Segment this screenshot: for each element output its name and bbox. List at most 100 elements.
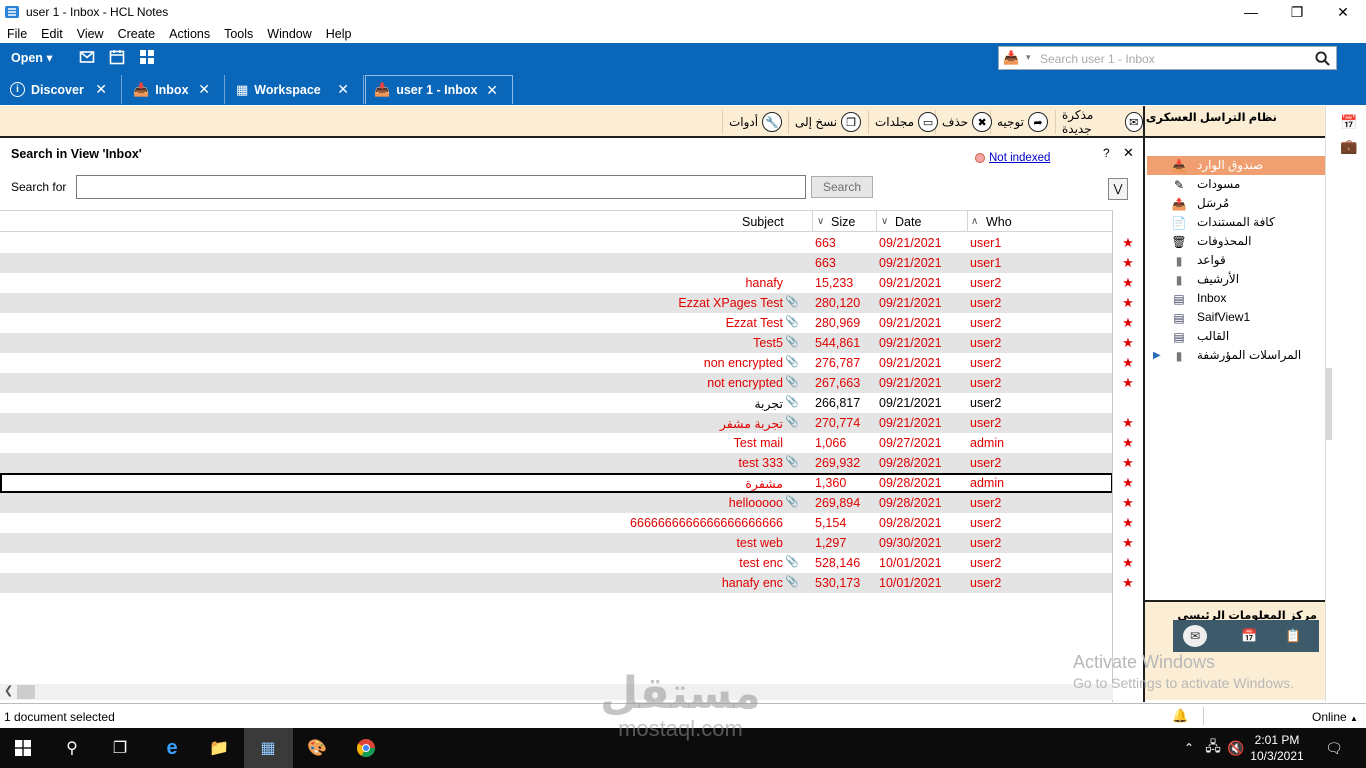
sort-chevron-icon[interactable]: ∨ xyxy=(817,216,824,227)
search-scope-icon[interactable]: 📥 xyxy=(1003,50,1019,66)
menu-tools[interactable]: Tools xyxy=(217,27,260,41)
column-divider[interactable] xyxy=(812,211,813,232)
notifications-icon[interactable]: 🗨 xyxy=(1322,736,1346,760)
nav-item-rules[interactable]: ▮ قواعد xyxy=(1147,251,1325,270)
menu-file[interactable]: File xyxy=(0,27,34,41)
calendar-icon[interactable] xyxy=(109,49,125,65)
nav-item-archived-correspondence[interactable]: ▶ ▮ المراسلات المؤرشفة xyxy=(1147,346,1325,365)
horizontal-scrollbar[interactable]: ❮ xyxy=(0,684,1113,700)
table-row[interactable]: Test5 📎 544,861 09/21/2021 user2 xyxy=(0,333,1113,353)
global-search-box[interactable]: 📥 ▾ Search user 1 - Inbox xyxy=(998,46,1337,70)
open-button[interactable]: Open ▾ xyxy=(11,50,53,65)
expand-arrow-icon[interactable]: ▶ xyxy=(1153,350,1161,361)
close-tab-icon[interactable]: ✕ xyxy=(198,81,210,98)
table-row[interactable]: 6666666666666666666666 5,154 09/28/2021 use… xyxy=(0,513,1113,533)
table-row[interactable]: hellooooo 📎 269,894 09/28/2021 user2 xyxy=(0,493,1113,513)
table-row[interactable]: Ezzat XPages Test 📎 280,120 09/21/2021 user2 xyxy=(0,293,1113,313)
column-subject[interactable]: Subject xyxy=(742,215,784,229)
table-row[interactable]: Test mail 1,066 09/27/2021 admin xyxy=(0,433,1113,453)
hcl-notes-taskbar-icon[interactable]: ▦ xyxy=(256,736,280,760)
nav-item-archive[interactable]: ▮ الأرشيف xyxy=(1147,270,1325,289)
search-for-input[interactable] xyxy=(76,175,806,199)
unread-star-icon[interactable]: ★ xyxy=(1113,433,1143,453)
table-row[interactable]: test 333 📎 269,932 09/28/2021 user2 xyxy=(0,453,1113,473)
calendar-icon[interactable]: 📅 xyxy=(1241,628,1257,644)
unread-star-icon[interactable]: ★ xyxy=(1113,553,1143,573)
column-divider[interactable] xyxy=(967,211,968,232)
tray-chevron-icon[interactable]: ⌃ xyxy=(1177,736,1201,760)
unread-star-icon[interactable]: ★ xyxy=(1113,273,1143,293)
nav-item-sent[interactable]: 📤 مُرسَل xyxy=(1147,194,1325,213)
copy-to-action[interactable]: نسخ إلى ❐ xyxy=(788,110,862,134)
tools-action[interactable]: أدوات 🔧 xyxy=(722,110,783,134)
online-status[interactable]: Online ▲ xyxy=(1312,710,1358,724)
help-icon[interactable]: ? xyxy=(1103,146,1110,160)
folders-action[interactable]: مجلدات ▭ xyxy=(868,110,939,134)
delete-action[interactable]: حذف ✖ xyxy=(935,110,993,134)
windows-start-icon[interactable] xyxy=(15,740,31,756)
nav-item-inbox-ar[interactable]: 📥 صندوق الوارد xyxy=(1147,156,1325,175)
nav-item-saifview1[interactable]: ▤ SaifView1 xyxy=(1147,308,1325,327)
volume-muted-icon[interactable]: 🔇 xyxy=(1224,736,1248,760)
menu-edit[interactable]: Edit xyxy=(34,27,70,41)
unread-star-icon[interactable]: ★ xyxy=(1113,233,1143,253)
apps-grid-icon[interactable] xyxy=(139,49,155,65)
search-icon[interactable]: ⚲ xyxy=(60,736,84,760)
menu-view[interactable]: View xyxy=(70,27,111,41)
nav-item-template[interactable]: ▤ القالب xyxy=(1147,327,1325,346)
tab-workspace[interactable]: ▦ Workspace ✕ xyxy=(226,75,364,104)
mail-icon[interactable] xyxy=(79,49,95,65)
minimize-icon[interactable]: — xyxy=(1228,0,1274,24)
calendar-icon[interactable]: 📅 xyxy=(1340,114,1357,131)
mail-icon[interactable]: ✉ xyxy=(1183,625,1207,647)
table-row[interactable]: not encrypted 📎 267,663 09/21/2021 user2 xyxy=(0,373,1113,393)
menu-help[interactable]: Help xyxy=(319,27,359,41)
unread-star-icon[interactable]: ★ xyxy=(1113,453,1143,473)
close-window-icon[interactable]: ✕ xyxy=(1320,0,1366,24)
task-view-icon[interactable]: ❐ xyxy=(108,736,132,760)
unread-star-icon[interactable]: ★ xyxy=(1113,513,1143,533)
unread-star-icon[interactable]: ★ xyxy=(1113,413,1143,433)
expand-search-icon[interactable]: ⋁ xyxy=(1108,178,1128,200)
unread-star-icon[interactable]: ★ xyxy=(1113,573,1143,593)
system-clock[interactable]: 2:01 PM 10/3/2021 xyxy=(1246,732,1308,764)
nav-item-all-documents[interactable]: 📄 كافة المستندات xyxy=(1147,213,1325,232)
table-row[interactable]: 663 09/21/2021 user1 xyxy=(0,253,1113,273)
table-row[interactable]: test enc 📎 528,146 10/01/2021 user2 xyxy=(0,553,1113,573)
unread-star-icon[interactable] xyxy=(1113,393,1143,413)
search-button[interactable]: Search xyxy=(811,176,873,198)
unread-star-icon[interactable]: ★ xyxy=(1113,493,1143,513)
bell-icon[interactable]: 🔔 xyxy=(1172,708,1188,724)
internet-explorer-icon[interactable]: e xyxy=(160,736,184,760)
close-tab-icon[interactable]: ✕ xyxy=(337,81,349,98)
search-scope-dropdown-icon[interactable]: ▾ xyxy=(1026,52,1031,63)
scrollbar-thumb[interactable] xyxy=(17,685,35,699)
nav-item-trash[interactable]: 🗑 المحذوفات xyxy=(1147,232,1325,251)
table-row[interactable]: hanafy 15,233 09/21/2021 user2 xyxy=(0,273,1113,293)
chrome-icon[interactable] xyxy=(354,736,378,760)
network-icon[interactable]: 🖧 xyxy=(1201,736,1225,760)
unread-star-icon[interactable]: ★ xyxy=(1113,473,1143,493)
clipboard-icon[interactable]: 📋 xyxy=(1285,628,1301,644)
menu-actions[interactable]: Actions xyxy=(162,27,217,41)
file-explorer-icon[interactable]: 📁 xyxy=(207,736,231,760)
nav-item-inbox-view[interactable]: ▤ Inbox xyxy=(1147,289,1325,308)
table-row[interactable]: hanafy enc 📎 530,173 10/01/2021 user2 xyxy=(0,573,1113,593)
nav-item-drafts[interactable]: ✎ مسودات xyxy=(1147,175,1325,194)
menu-window[interactable]: Window xyxy=(260,27,318,41)
briefcase-icon[interactable]: 💼 xyxy=(1340,138,1357,155)
sort-up-icon[interactable]: ∧ xyxy=(971,216,978,227)
vertical-scrollbar[interactable] xyxy=(1326,368,1332,440)
table-row[interactable]: test web 1,297 09/30/2021 user2 xyxy=(0,533,1113,553)
forward-action[interactable]: توجيه ➦ xyxy=(990,110,1049,134)
close-tab-icon[interactable]: ✕ xyxy=(95,81,107,98)
unread-star-icon[interactable]: ★ xyxy=(1113,533,1143,553)
tab-inbox[interactable]: 📥 Inbox ✕ xyxy=(123,75,225,104)
unread-star-icon[interactable]: ★ xyxy=(1113,313,1143,333)
close-search-icon[interactable]: ✕ xyxy=(1123,145,1134,161)
table-row[interactable]: non encrypted 📎 276,787 09/21/2021 user2 xyxy=(0,353,1113,373)
column-who[interactable]: Who xyxy=(986,215,1012,229)
designer-icon[interactable]: 🎨 xyxy=(305,736,329,760)
column-size[interactable]: Size xyxy=(831,215,855,229)
unread-star-icon[interactable]: ★ xyxy=(1113,333,1143,353)
